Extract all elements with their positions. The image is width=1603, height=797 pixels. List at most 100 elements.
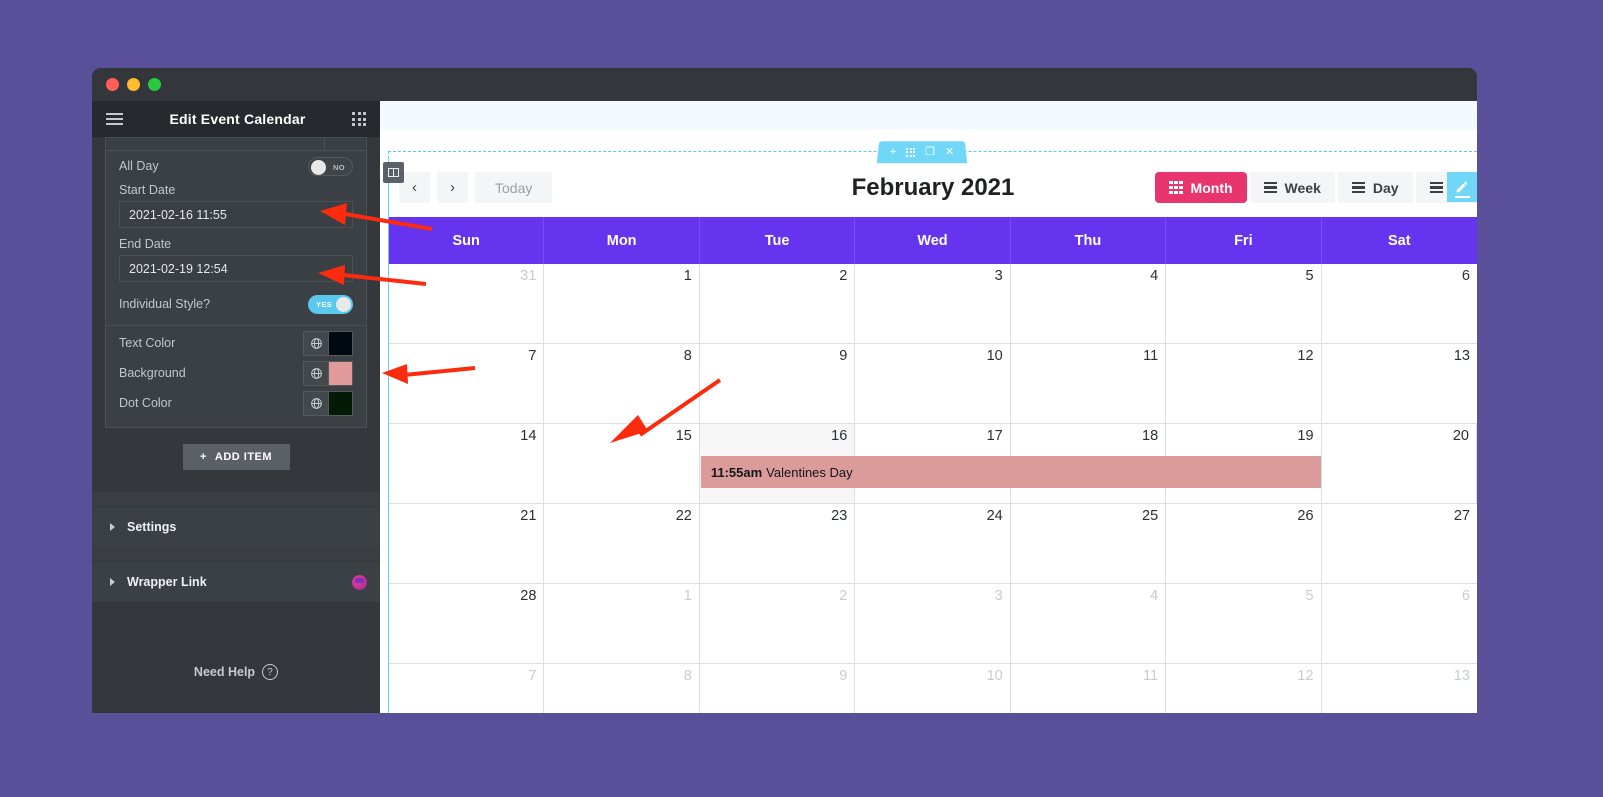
calendar-day-cell[interactable]: 1: [544, 584, 700, 664]
dot-color-row: Dot Color: [106, 388, 366, 418]
background-color-control: [303, 360, 353, 386]
view-button-month[interactable]: Month: [1155, 172, 1247, 203]
all-day-toggle-value: NO: [332, 162, 345, 172]
individual-style-toggle[interactable]: YES: [308, 294, 353, 314]
end-date-field[interactable]: 2021-02-19 12:54: [119, 255, 353, 282]
accordion-settings[interactable]: Settings: [92, 506, 380, 547]
calendar-day-cell[interactable]: 11: [1011, 664, 1167, 713]
hamburger-icon[interactable]: [106, 113, 123, 125]
editor-panel-scroll[interactable]: All Day NO Start Date 2021-02-16 11:55 E…: [92, 137, 380, 713]
calendar-week-row: 21 22 23 24 25 26 27: [389, 504, 1477, 584]
calendar-day-cell[interactable]: 21: [389, 504, 545, 584]
maximize-window-button[interactable]: [148, 78, 161, 91]
question-circle-icon: ?: [262, 664, 279, 680]
calendar-day-cell[interactable]: 3: [855, 264, 1011, 344]
calendar-day-cell[interactable]: 22: [544, 504, 700, 584]
dot-color-swatch[interactable]: [328, 390, 353, 416]
calendar-week-row: 28 1 2 3 4 5 6: [389, 584, 1477, 664]
calendar-day-cell[interactable]: 8: [544, 344, 700, 424]
calendar-day-cell[interactable]: 8: [544, 664, 700, 713]
calendar-day-cell[interactable]: 2: [699, 264, 856, 344]
calendar-day-cell[interactable]: 3: [855, 584, 1011, 664]
calendar-day-cell[interactable]: 13: [1321, 344, 1477, 424]
plus-icon[interactable]: +: [889, 146, 896, 158]
duplicate-icon[interactable]: ❐: [925, 146, 935, 158]
today-button[interactable]: Today: [475, 172, 553, 203]
calendar-day-cell[interactable]: 11: [1010, 344, 1167, 424]
calendar-day-cell[interactable]: 23: [699, 504, 856, 584]
calendar-day-cell[interactable]: 14: [389, 424, 545, 504]
calendar-day-cell[interactable]: 27: [1321, 504, 1477, 584]
background-color-swatch[interactable]: [328, 360, 353, 386]
calendar-day-cell[interactable]: 7: [389, 344, 545, 424]
weekday-thu: Thu: [1011, 217, 1167, 264]
calendar-day-cell[interactable]: 24: [855, 504, 1011, 584]
calendar-day-cell[interactable]: 2: [699, 584, 856, 664]
globe-icon[interactable]: [303, 390, 328, 416]
calendar-day-cell[interactable]: 9: [700, 664, 856, 713]
accordion-wrapper-link[interactable]: Wrapper Link: [92, 561, 380, 602]
add-item-label: ADD ITEM: [214, 451, 273, 463]
minimize-window-button[interactable]: [127, 78, 140, 91]
calendar-day-cell[interactable]: 5: [1166, 264, 1322, 344]
window-titlebar: [92, 68, 1477, 101]
all-day-row: All Day NO: [106, 151, 366, 181]
calendar-day-cell[interactable]: 7: [389, 664, 545, 713]
column-outline: [388, 157, 389, 713]
calendar-day-cell[interactable]: 12: [1166, 344, 1322, 424]
globe-icon[interactable]: [303, 360, 328, 386]
close-icon[interactable]: ✕: [945, 146, 955, 158]
calendar-day-cell[interactable]: 28: [389, 584, 545, 664]
need-help-link[interactable]: Need Help ?: [92, 664, 380, 680]
view-button-week-label: Week: [1284, 179, 1321, 196]
caret-right-icon: [110, 523, 115, 531]
caret-right-icon: [110, 578, 115, 586]
calendar-event-title: Valentines Day: [766, 464, 853, 480]
clipped-field-above[interactable]: [105, 137, 367, 150]
calendar-day-cell[interactable]: 1: [544, 264, 700, 344]
calendar-day-cell[interactable]: 9: [699, 344, 856, 424]
calendar-day-cell[interactable]: 31: [389, 264, 545, 344]
drag-dots-icon[interactable]: [906, 147, 916, 157]
calendar-day-cell[interactable]: 13: [1322, 664, 1477, 713]
calendar-day-cell[interactable]: 4: [1010, 264, 1167, 344]
close-window-button[interactable]: [106, 78, 119, 91]
text-color-row: Text Color: [106, 328, 366, 358]
calendar-toolbar: ‹ › Today February 2021 Month Week Day: [389, 158, 1477, 217]
next-month-button[interactable]: ›: [437, 172, 468, 203]
text-color-swatch[interactable]: [328, 330, 353, 356]
globe-icon[interactable]: [303, 330, 328, 356]
accordion-settings-label: Settings: [127, 520, 177, 534]
calendar-day-cell[interactable]: 10: [855, 664, 1011, 713]
view-button-week[interactable]: Week: [1249, 172, 1335, 203]
calendar-weeks: 31 1 2 3 4 5 6 7 8 9 10 11 12 13 14 15 16 17 18 19 20 11:55am…: [389, 264, 1477, 713]
start-date-field[interactable]: 2021-02-16 11:55: [119, 201, 353, 228]
plus-icon: +: [199, 451, 207, 463]
calendar-day-cell[interactable]: 12: [1166, 664, 1322, 713]
page-title: Edit Event Calendar: [169, 111, 306, 127]
accordion-wrapper-link-label: Wrapper Link: [127, 575, 207, 589]
weekday-sat: Sat: [1387, 232, 1411, 249]
window-body: Edit Event Calendar All Day NO Start Dat…: [92, 101, 1477, 713]
calendar-day-cell[interactable]: 20: [1321, 424, 1477, 504]
calendar-day-cell[interactable]: 26: [1166, 504, 1322, 584]
calendar-day-cell[interactable]: 10: [855, 344, 1011, 424]
repeater-item-box: All Day NO Start Date 2021-02-16 11:55 E…: [105, 150, 367, 428]
individual-style-row: Individual Style? YES: [106, 289, 366, 319]
column-handle-icon[interactable]: [383, 162, 404, 183]
calendar-weekday-header: Sun Mon Tue Wed Thu Fri Sat: [389, 217, 1477, 264]
calendar-day-cell[interactable]: 6: [1321, 264, 1477, 344]
editor-panel-header: Edit Event Calendar: [92, 101, 380, 137]
list-bullet-icon: [1263, 182, 1277, 193]
calendar-day-cell[interactable]: 5: [1166, 584, 1322, 664]
view-button-day[interactable]: Day: [1337, 172, 1413, 203]
calendar-day-cell[interactable]: 6: [1321, 584, 1477, 664]
all-day-toggle[interactable]: NO: [308, 156, 353, 176]
pencil-edit-icon[interactable]: [1447, 172, 1477, 202]
add-item-button[interactable]: + ADD ITEM: [182, 444, 290, 470]
calendar-day-cell[interactable]: 15: [544, 424, 700, 504]
calendar-day-cell[interactable]: 25: [1010, 504, 1167, 584]
apps-grid-icon[interactable]: [352, 112, 366, 126]
calendar-event-bar[interactable]: 11:55am Valentines Day: [700, 456, 1321, 488]
calendar-day-cell[interactable]: 4: [1010, 584, 1167, 664]
